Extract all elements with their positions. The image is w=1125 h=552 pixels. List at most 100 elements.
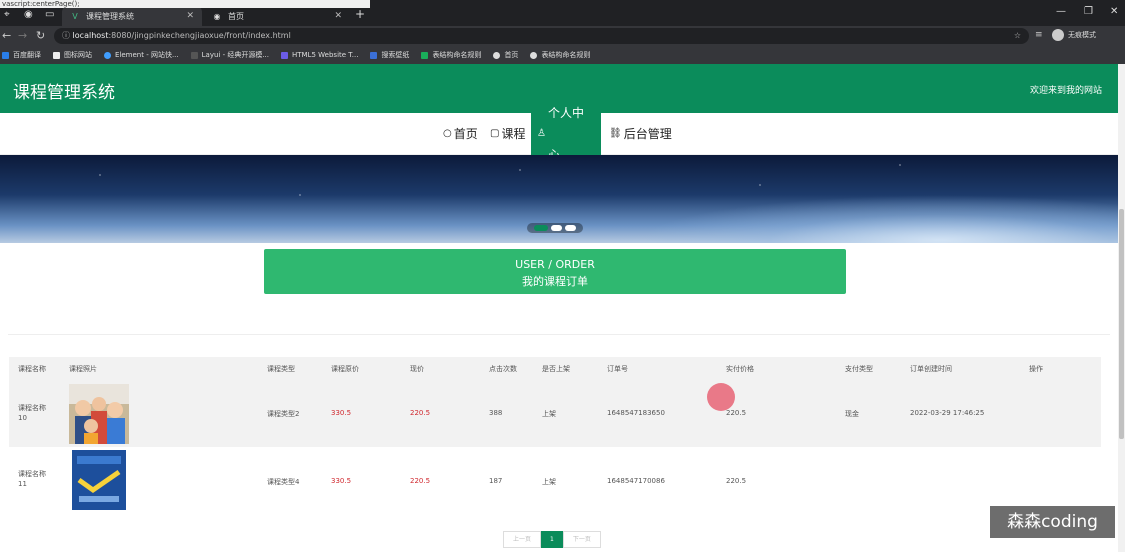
pay-type: 现金 [845, 410, 859, 418]
bookmark-item[interactable]: 图标网站 [53, 50, 92, 60]
layui-icon [190, 51, 198, 59]
table-row[interactable]: 课程名称 11 课程类型4 330.5 220.5 187 上架 1648547… [9, 447, 1101, 513]
url-host: localhost [72, 31, 109, 40]
url-input[interactable]: ⓘ localhost:8080/jingpinkechengjiaoxue/f… [54, 28, 1029, 44]
html5-icon [281, 51, 289, 59]
bookmark-item[interactable]: 百度翻译 [2, 50, 41, 60]
click-count: 187 [489, 477, 503, 485]
element-icon [104, 51, 111, 59]
section-title-en: USER / ORDER [515, 258, 595, 271]
translate-icon [2, 51, 9, 59]
original-price: 330.5 [331, 477, 352, 485]
nav-personal-center[interactable]: ♙个人中心 [531, 106, 601, 162]
incognito-indicator[interactable]: 无痕模式 [1052, 29, 1096, 41]
bookmark-item[interactable]: 搜索壁纸 [370, 50, 409, 60]
on-shelf-status: 上架 [542, 410, 556, 418]
scroll-thumb[interactable] [1119, 209, 1124, 439]
nav-label: 后台管理 [623, 127, 672, 141]
back-icon[interactable]: ← [2, 29, 11, 42]
current-price: 220.5 [410, 409, 431, 417]
course-photo[interactable] [69, 384, 129, 444]
column-header: 课程类型 [267, 365, 295, 373]
column-header: 订单号 [607, 365, 628, 373]
nav-label: 课程 [501, 127, 526, 141]
pagination: 上一页 1 下一页 [503, 531, 601, 548]
info-icon: ⓘ [62, 31, 73, 40]
star-icon[interactable]: ☆ [1014, 28, 1021, 44]
home-icon: ○ [443, 128, 452, 139]
course-type: 课程类型2 [267, 410, 300, 418]
nav-home[interactable]: ○ 首页 [437, 113, 484, 155]
bookmark-item[interactable]: Layui - 经典开源模... [190, 50, 269, 60]
tab-title: 课程管理系统 [86, 11, 134, 21]
reading-list-icon[interactable]: ≡ [1035, 30, 1043, 40]
order-number: 1648547170086 [607, 477, 665, 485]
table-row[interactable]: 课程名称 10 课程类型2 330.5 220.5 388 上架 1648547… [9, 381, 1101, 447]
address-bar-row: ← → ↻ ⓘ localhost:8080/jingpinkechengjia… [0, 26, 1125, 46]
restore-icon[interactable]: ❐ [1084, 6, 1093, 17]
prev-page-button[interactable]: 上一页 [503, 531, 542, 548]
column-header: 课程原价 [331, 365, 359, 373]
column-header: 点击次数 [489, 365, 517, 373]
carousel-dot[interactable] [534, 225, 548, 231]
tab-home[interactable]: ◉ 首页 ✕ [204, 6, 350, 26]
paid-price: 220.5 [726, 409, 747, 417]
welcome-text: 欢迎来到我的网站 [1029, 86, 1102, 96]
close-window-icon[interactable]: ✕ [1110, 6, 1118, 17]
carousel-dot[interactable] [551, 225, 562, 231]
on-shelf-status: 上架 [542, 478, 556, 486]
doc-icon [421, 51, 429, 59]
nav-admin[interactable]: ⛓ 后台管理 [603, 113, 678, 155]
course-photo[interactable] [69, 450, 127, 510]
course-name-number: 11 [18, 480, 27, 488]
globe-icon [530, 51, 538, 59]
bookmark-item[interactable]: HTML5 Website T... [281, 51, 358, 59]
bookmark-item[interactable]: Element - 网站快... [104, 50, 179, 60]
section-title-cn: 我的课程订单 [522, 275, 588, 288]
order-number: 1648547183650 [607, 409, 665, 417]
bookmark-item[interactable]: 首页 [493, 50, 518, 60]
bookmark-item[interactable]: 表结构命名规则 [421, 50, 481, 60]
user-icon: ♙ [537, 128, 546, 139]
table-header: 课程名称 课程照片 课程类型 课程原价 现价 点击次数 是否上架 订单号 实付价… [9, 357, 1101, 381]
tab-search-icon[interactable]: ▭ [45, 9, 54, 20]
globe-icon [493, 51, 501, 59]
main-nav: ○首页 ▢课程 ♙个人中心 ⛓后台管理 [0, 106, 1118, 162]
status-bar-tooltip: vascript:centerPage(); [0, 0, 370, 8]
globe-icon[interactable]: ◉ [24, 9, 33, 20]
banner-carousel[interactable] [0, 155, 1118, 243]
divider [8, 334, 1110, 335]
close-icon[interactable]: ✕ [186, 11, 194, 21]
column-header: 实付价格 [726, 365, 754, 373]
incognito-label: 无痕模式 [1068, 31, 1096, 39]
course-name: 课程名称 [18, 404, 46, 412]
forward-icon[interactable]: → [18, 29, 27, 42]
tab-nav-icon[interactable]: ⌖ [4, 9, 10, 20]
bookmark-item[interactable]: 表结构命名规则 [530, 50, 590, 60]
watermark: 森森coding [990, 506, 1115, 538]
new-tab-icon[interactable]: + [355, 7, 365, 21]
carousel-indicators [527, 223, 583, 233]
page-number-button[interactable]: 1 [541, 531, 563, 548]
column-header: 现价 [410, 365, 424, 373]
next-page-button[interactable]: 下一页 [562, 531, 601, 548]
book-icon: ▢ [490, 128, 500, 139]
current-price: 220.5 [410, 477, 431, 485]
vue-icon: V [72, 11, 78, 21]
original-price: 330.5 [331, 409, 352, 417]
globe-icon: ◉ [213, 11, 221, 21]
column-header: 课程照片 [69, 365, 97, 373]
nav-courses[interactable]: ▢ 课程 [484, 113, 531, 155]
reload-icon[interactable]: ↻ [36, 29, 45, 42]
tab-title: 首页 [228, 11, 244, 21]
nav-label: 首页 [453, 127, 478, 141]
page-scrollbar[interactable] [1118, 64, 1125, 552]
column-header: 支付类型 [845, 365, 873, 373]
course-type: 课程类型4 [267, 478, 300, 486]
tab-course-system[interactable]: V 课程管理系统 ✕ [62, 6, 202, 26]
minimize-icon[interactable]: — [1056, 6, 1066, 17]
carousel-dot[interactable] [565, 225, 576, 231]
close-icon[interactable]: ✕ [334, 11, 342, 21]
site-title: 课程管理系统 [13, 83, 115, 103]
column-header: 是否上架 [542, 365, 570, 373]
